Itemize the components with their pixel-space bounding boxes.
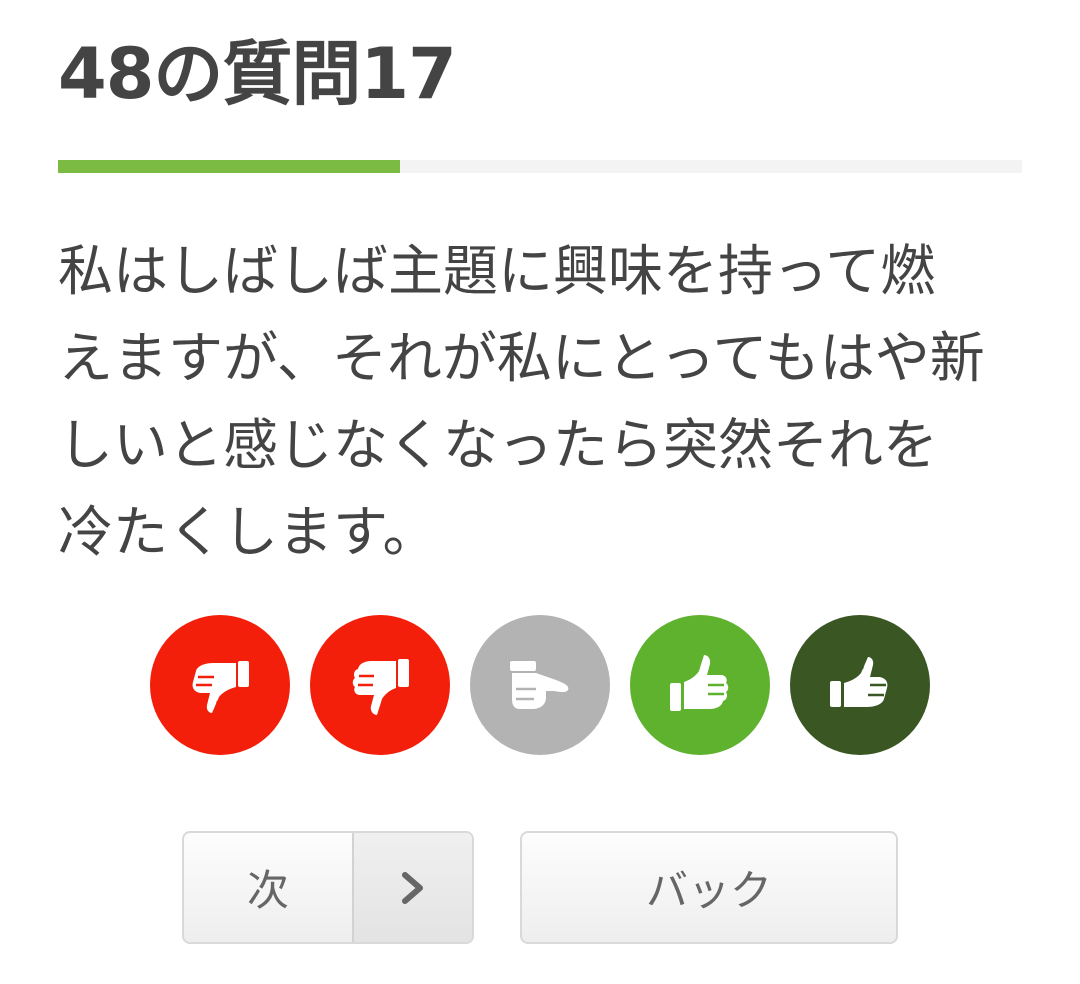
question-text: 私はしばしば主題に興味を持って燃えますが、それが私にとってもはや新しいと感じなく… (58, 239, 985, 564)
thumb-sideways-icon (510, 661, 569, 709)
quiz-page: 48の質問17 私はしばしば主題に興味を持って燃えますが、それが私にとってもはや… (0, 0, 1080, 984)
answer-strongly-agree[interactable] (790, 615, 930, 755)
next-button-label: 次 (184, 833, 354, 942)
answer-neutral[interactable] (470, 615, 610, 755)
next-arrow-section (354, 833, 472, 942)
double-thumbs-up-icon (830, 655, 888, 707)
answer-agree[interactable] (630, 615, 770, 755)
back-button-label: バック (645, 866, 772, 915)
thumbs-up-icon (670, 655, 729, 711)
next-button[interactable]: 次 (182, 831, 474, 944)
double-thumbs-down-icon (192, 661, 249, 715)
answer-disagree[interactable] (310, 615, 450, 755)
answer-options (150, 615, 930, 755)
answer-strongly-disagree[interactable] (150, 615, 290, 755)
page-title: 48の質問17 (58, 33, 457, 115)
progress-bar (58, 160, 1022, 173)
thumbs-down-icon (352, 659, 409, 715)
back-button[interactable]: バック (520, 831, 898, 944)
progress-fill (58, 160, 401, 173)
chevron-right-icon (402, 871, 423, 904)
